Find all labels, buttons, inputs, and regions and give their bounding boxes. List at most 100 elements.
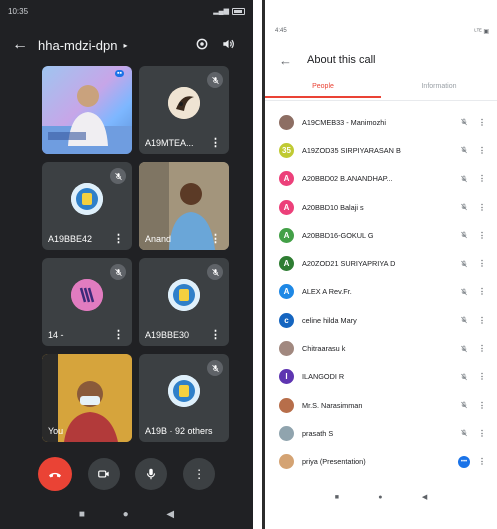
avatar [71,278,103,311]
avatar [279,454,294,470]
self-view-tile[interactable]: You [42,354,132,442]
more-options-icon[interactable]: ⋮ [473,316,491,325]
signal-icon: ▂▄▆ [213,8,229,15]
more-options-icon[interactable]: ⋮ [473,146,491,155]
more-options-icon[interactable]: ⋮ [473,457,491,466]
status-icons: ᴸᵀᴱ ▣ [474,29,489,35]
participant-name: celine hilda Mary [302,315,357,325]
avatar: c [279,312,294,328]
more-options-icon[interactable]: ⋮ [473,231,491,240]
status-time: 4:45 [275,28,287,34]
participant-row[interactable]: A A20ZOD21 SURIYAPRIYA D ⋮ [279,249,491,277]
mic-off-icon [455,118,473,126]
end-call-button[interactable] [37,457,72,491]
avatar [279,114,294,130]
home-nav-icon[interactable]: ● [378,494,382,501]
participant-row[interactable]: Mr.S. Narasimman ⋮ [279,391,491,419]
participant-row[interactable]: A A20BBD02 B.ANANDHAP... ⋮ [279,165,491,193]
meet-call-screen: 10:35 ▂▄▆ ← hha-mdzi-dpn ▸ ▪▪ A19MTEA...… [0,0,253,529]
more-options-icon[interactable]: ⋮ [473,429,491,438]
avatar: A [279,227,294,243]
back-arrow-icon[interactable]: ← [279,53,307,68]
page-title: About this call [307,54,376,66]
more-options-icon[interactable]: ⋮ [473,174,491,183]
more-options-icon[interactable]: ⋮ [473,372,491,381]
back-nav-icon[interactable]: ◀ [422,493,427,501]
participant-list: A19CMEB33 - Manimozhi ⋮ 35 A19ZOD35 SIRPIYA… [279,108,491,476]
participant-name: A19ZOD35 SIRPIYARASAN B [302,145,401,155]
avatar [279,397,294,413]
participant-name: A20BBD02 B.ANANDHAP... [302,174,393,184]
more-options-icon[interactable]: ⋮ [473,118,491,127]
participant-tile[interactable]: ▪▪ [42,66,132,154]
avatar: A [279,199,294,215]
status-bar: 10:35 ▂▄▆ [8,4,245,18]
participant-tile[interactable]: A19BBE30 ⋮ [139,258,229,346]
recents-nav-icon[interactable]: ■ [335,494,339,501]
system-nav-bar: ■ ● ◀ [265,490,497,504]
video-feed [42,85,132,154]
participant-row[interactable]: A19CMEB33 - Manimozhi ⋮ [279,108,491,136]
tab-information[interactable]: Information [381,78,497,98]
more-options-icon[interactable]: ⋮ [210,232,221,245]
participant-name: A20BBD10 Balaji s [302,202,364,212]
chevron-right-icon: ▸ [123,40,128,50]
more-options-icon[interactable]: ⋮ [473,344,491,353]
speaking-indicator-icon: ▪▪ [115,70,124,77]
participant-row[interactable]: c celine hilda Mary ⋮ [279,306,491,334]
system-nav-bar: ■ ● ◀ [0,499,253,529]
more-options-icon[interactable]: ⋮ [210,136,221,149]
status-time: 10:35 [8,6,29,16]
participant-row[interactable]: 35 A19ZOD35 SIRPIYARASAN B ⋮ [279,136,491,164]
more-options-icon[interactable]: ⋮ [473,287,491,296]
tab-people[interactable]: People [265,78,381,98]
meeting-code-button[interactable]: hha-mdzi-dpn ▸ [38,38,189,53]
participant-name: A19BBE30 [145,330,190,340]
participant-name: prasath S [302,428,334,438]
tab-bar: People Information [265,78,497,98]
mic-off-icon [207,264,223,280]
recents-nav-icon[interactable]: ■ [79,509,85,520]
more-options-icon[interactable]: ⋮ [473,203,491,212]
participant-row[interactable]: A A20BBD10 Balaji s ⋮ [279,193,491,221]
mic-off-icon [455,429,473,437]
back-nav-icon[interactable]: ◀ [166,509,174,520]
switch-camera-icon[interactable] [189,37,215,54]
participant-row[interactable]: priya (Presentation) ••• ⋮ [279,448,491,476]
participant-tile[interactable]: 14 - ⋮ [42,258,132,346]
college-logo-icon [168,374,200,407]
camera-toggle-button[interactable] [87,458,120,490]
participant-name: You [48,426,64,436]
more-options-icon[interactable]: ⋮ [473,401,491,410]
speaker-icon[interactable] [215,37,241,54]
participant-tile[interactable]: A19MTEA... ⋮ [139,66,229,154]
mic-off-icon [455,288,473,296]
participant-row[interactable]: prasath S ⋮ [279,419,491,447]
more-options-icon[interactable]: ⋮ [113,232,124,245]
participant-row[interactable]: A A20BBD16-GOKUL G ⋮ [279,221,491,249]
avatar: A [279,284,294,300]
more-options-button[interactable]: ⋮ [183,458,216,490]
participant-name: priya (Presentation) [302,457,366,467]
call-controls: ⋮ [0,455,253,493]
more-options-icon[interactable]: ⋮ [210,328,221,341]
more-options-icon[interactable]: ⋮ [113,328,124,341]
mic-toggle-button[interactable] [135,458,168,490]
more-options-icon[interactable]: ⋮ [473,259,491,268]
participant-row[interactable]: I ILANGODI R ⋮ [279,363,491,391]
participant-name: A20ZOD21 SURIYAPRIYA D [302,259,396,269]
home-nav-icon[interactable]: ● [123,509,129,520]
mic-off-icon [455,316,473,324]
back-arrow-icon[interactable]: ← [12,36,38,54]
participant-tile[interactable]: Anand ⋮ [139,162,229,250]
mic-off-icon [455,231,473,239]
mic-off-icon [207,72,223,88]
mic-off-icon [455,203,473,211]
mic-off-icon [455,175,473,183]
participant-tile[interactable]: A19BBE42 ⋮ [42,162,132,250]
divider [265,100,497,101]
participant-row[interactable]: A ALEX A Rev.Fr. ⋮ [279,278,491,306]
participant-row[interactable]: Chitraarasu k ⋮ [279,334,491,362]
others-tile[interactable]: A19B · 92 others [139,354,229,442]
avatar: I [279,369,294,385]
